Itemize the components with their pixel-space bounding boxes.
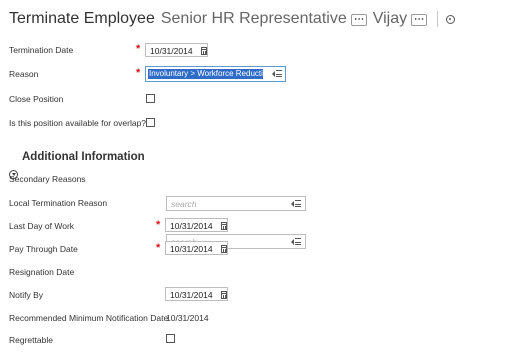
secondary-reasons-placeholder: search — [171, 199, 197, 209]
termination-date-value: 10/31/2014 — [150, 45, 193, 56]
worker-related-actions-icon[interactable] — [411, 14, 428, 26]
overlap-checkbox[interactable] — [146, 118, 155, 127]
local-termination-reason-label: Local Termination Reason — [9, 198, 108, 208]
termination-date-label: Termination Date — [9, 45, 74, 55]
reason-field[interactable]: Involuntary > Workforce Reductio — [145, 66, 286, 82]
termination-date-field[interactable]: 10/31/2014 — [145, 43, 208, 57]
recommended-min-notification-date-label: Recommended Minimum Notification Date — [9, 313, 169, 323]
section-title-additional-information[interactable]: Additional Information — [22, 151, 145, 163]
notify-by-value: 10/31/2014 — [170, 289, 213, 300]
overlap-label: Is this position available for overlap? — [9, 118, 147, 128]
pay-through-date-field[interactable]: 10/31/2014 — [165, 241, 228, 255]
recommended-min-notification-date-value: 10/31/2014 — [166, 313, 209, 323]
calendar-icon[interactable] — [200, 46, 208, 55]
notify-by-label: Notify By — [9, 290, 44, 300]
worker-name[interactable]: Vijay — [373, 10, 407, 28]
regrettable-checkbox[interactable] — [166, 334, 175, 343]
pay-through-date-label: Pay Through Date — [9, 244, 78, 254]
close-position-label: Close Position — [9, 94, 64, 104]
calendar-icon[interactable] — [220, 290, 228, 299]
prompt-list-icon[interactable] — [272, 70, 282, 78]
regrettable-label: Regrettable — [9, 335, 53, 345]
prompt-list-icon[interactable] — [291, 238, 301, 246]
required-indicator: * — [136, 43, 141, 55]
prompt-list-icon[interactable] — [291, 200, 301, 208]
secondary-reasons-input[interactable]: search — [166, 196, 306, 211]
header-divider — [437, 11, 439, 27]
calendar-icon[interactable] — [220, 244, 228, 253]
required-indicator: * — [156, 242, 161, 254]
reason-label: Reason — [9, 69, 39, 79]
calendar-icon[interactable] — [220, 221, 228, 230]
last-day-of-work-label: Last Day of Work — [9, 221, 75, 231]
required-indicator: * — [136, 67, 141, 79]
position-name[interactable]: Senior HR Representative — [161, 10, 347, 28]
required-indicator: * — [156, 219, 161, 231]
page-header: Terminate Employee Senior HR Representat… — [9, 8, 456, 30]
resignation-date-label: Resignation Date — [9, 267, 75, 277]
last-day-of-work-field[interactable]: 10/31/2014 — [165, 218, 228, 232]
reason-selected-value[interactable]: Involuntary > Workforce Reductio — [148, 69, 263, 79]
notify-by-field[interactable]: 10/31/2014 — [165, 287, 228, 301]
last-day-of-work-value: 10/31/2014 — [170, 220, 213, 231]
page-title: Terminate Employee — [9, 10, 155, 27]
secondary-reasons-label: Secondary Reasons — [9, 174, 86, 184]
close-position-checkbox[interactable] — [146, 94, 155, 103]
gear-icon[interactable] — [446, 14, 456, 24]
position-related-actions-icon[interactable] — [350, 14, 367, 26]
pay-through-date-value: 10/31/2014 — [170, 243, 213, 254]
